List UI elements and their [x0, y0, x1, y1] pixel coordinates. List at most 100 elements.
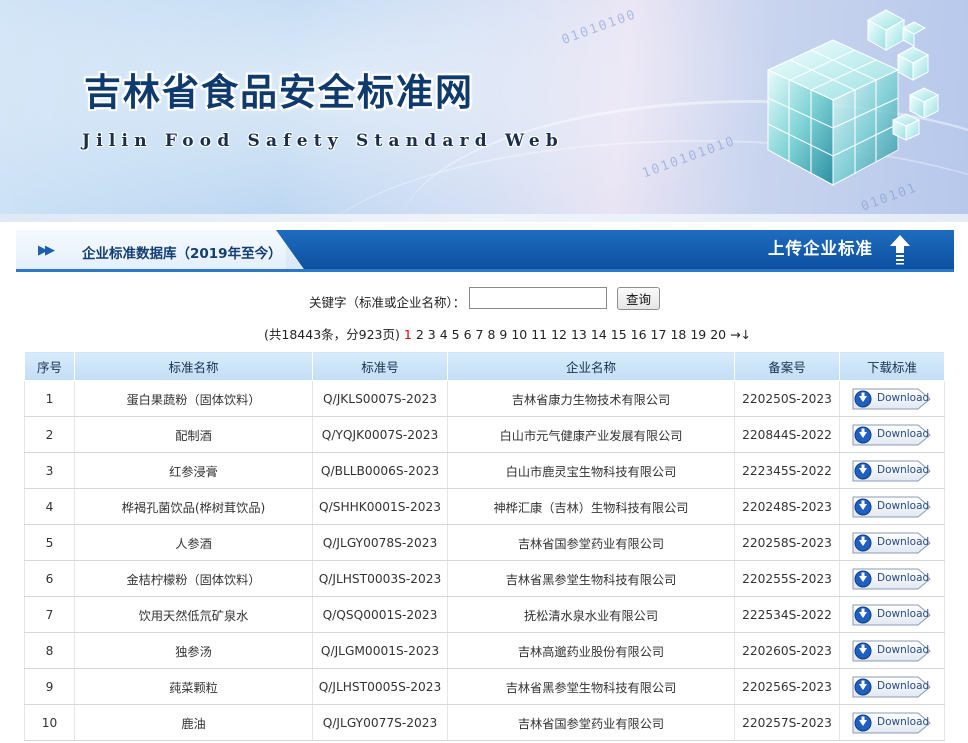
- row-index-cell: 6: [24, 560, 75, 597]
- column-header-index: 序号: [24, 351, 75, 381]
- upload-standard-link[interactable]: 上传企业标准: [768, 235, 873, 259]
- standard-number-cell: Q/JLGY0078S-2023: [312, 524, 448, 561]
- table-row: 9 莼菜颗粒 Q/JLHST0005S-2023 吉林省黑参堂生物科技有限公司 2202…: [24, 668, 945, 705]
- company-name-cell: 吉林省国参堂药业有限公司: [447, 704, 735, 741]
- row-index-cell: 3: [24, 452, 75, 489]
- page-link[interactable]: 2: [416, 327, 424, 342]
- company-name-cell: 吉林省国参堂药业有限公司: [447, 524, 735, 561]
- page-link[interactable]: 3: [428, 327, 436, 342]
- section-header-bar: ▶▶ 企业标准数据库（2019年至今） 上传企业标准: [16, 230, 954, 272]
- download-button[interactable]: Download: [852, 496, 932, 518]
- download-button[interactable]: Download: [852, 640, 932, 662]
- table-row: 3 红参浸膏 Q/BLLB0006S-2023 白山市鹿灵宝生物科技有限公司 22234…: [24, 452, 945, 489]
- download-cell: Download: [839, 596, 945, 633]
- double-arrow-icon: ▶▶: [38, 243, 55, 258]
- column-header-download: 下载标准: [839, 351, 945, 381]
- page-link[interactable]: 13: [571, 327, 587, 342]
- page-link[interactable]: 19: [690, 327, 706, 342]
- standard-name-cell: 桦褐孔菌饮品(桦树茸饮品): [74, 488, 313, 525]
- filing-number-cell: 222345S-2022: [734, 452, 840, 489]
- filing-number-cell: 220844S-2022: [734, 416, 840, 453]
- page-link[interactable]: 9: [499, 327, 507, 342]
- download-cell: Download: [839, 380, 945, 417]
- standard-number-cell: Q/YQJK0007S-2023: [312, 416, 448, 453]
- download-cell: Download: [839, 632, 945, 669]
- download-cell: Download: [839, 452, 945, 489]
- table-row: 4 桦褐孔菌饮品(桦树茸饮品) Q/SHHK0001S-2023 神桦汇康（吉林）生物…: [24, 488, 945, 525]
- page-link[interactable]: 7: [476, 327, 484, 342]
- filing-number-cell: 222534S-2022: [734, 596, 840, 633]
- column-header-standard-number: 标准号: [312, 351, 448, 381]
- next-page-arrow[interactable]: →: [730, 327, 740, 342]
- standard-name-cell: 人参酒: [74, 524, 313, 561]
- company-name-cell: 吉林省黑参堂生物科技有限公司: [447, 560, 735, 597]
- download-label: Download: [877, 679, 930, 692]
- download-button[interactable]: Download: [852, 568, 932, 590]
- standard-number-cell: Q/JLGM0001S-2023: [312, 632, 448, 669]
- standard-number-cell: Q/SHHK0001S-2023: [312, 488, 448, 525]
- row-index-cell: 1: [24, 380, 75, 417]
- standard-number-cell: Q/JLGY0077S-2023: [312, 704, 448, 741]
- search-label: 关键字（标准或企业名称）：: [309, 295, 466, 310]
- keyword-search-input[interactable]: [469, 287, 607, 309]
- page-link[interactable]: 12: [551, 327, 567, 342]
- pagination: (共18443条，分923页) 1 2 3 4 5 6 7 8 9 10 11 …: [264, 324, 751, 343]
- table-row: 5 人参酒 Q/JLGY0078S-2023 吉林省国参堂药业有限公司 220258S-…: [24, 524, 945, 561]
- download-button[interactable]: Download: [852, 388, 932, 410]
- download-button[interactable]: Download: [852, 604, 932, 626]
- site-subtitle: Jilin Food Safety Standard Web: [82, 131, 564, 151]
- table-row: 2 配制酒 Q/YQJK0007S-2023 白山市元气健康产业发展有限公司 22084…: [24, 416, 945, 453]
- download-label: Download: [877, 715, 930, 728]
- page-link[interactable]: 10: [511, 327, 527, 342]
- standard-number-cell: Q/BLLB0006S-2023: [312, 452, 448, 489]
- page-link[interactable]: 6: [464, 327, 472, 342]
- filing-number-cell: 220250S-2023: [734, 380, 840, 417]
- page-link[interactable]: 16: [631, 327, 647, 342]
- download-button[interactable]: Download: [852, 676, 932, 698]
- table-row: 6 金桔柠檬粉（固体饮料） Q/JLHST0003S-2023 吉林省黑参堂生物科技有…: [24, 560, 945, 597]
- standard-name-cell: 莼菜颗粒: [74, 668, 313, 705]
- download-button[interactable]: Download: [852, 424, 932, 446]
- page-link[interactable]: 5: [452, 327, 460, 342]
- filing-number-cell: 220258S-2023: [734, 524, 840, 561]
- upload-arrow-icon[interactable]: [888, 233, 912, 265]
- cube-logo-icon: [766, 9, 940, 186]
- download-cell: Download: [839, 488, 945, 525]
- standard-number-cell: Q/JLHST0003S-2023: [312, 560, 448, 597]
- last-page-arrow[interactable]: ↓: [741, 327, 751, 342]
- section-title: 企业标准数据库（2019年至今）: [82, 246, 282, 262]
- download-cell: Download: [839, 560, 945, 597]
- download-button[interactable]: Download: [852, 460, 932, 482]
- download-cell: Download: [839, 668, 945, 705]
- page-link[interactable]: 8: [487, 327, 495, 342]
- download-button[interactable]: Download: [852, 532, 932, 554]
- page-link[interactable]: 20: [710, 327, 726, 342]
- search-button[interactable]: 查询: [617, 287, 660, 310]
- table-row: 10 鹿油 Q/JLGY0077S-2023 吉林省国参堂药业有限公司 220257S-…: [24, 704, 945, 741]
- download-label: Download: [877, 607, 930, 620]
- standard-name-cell: 红参浸膏: [74, 452, 313, 489]
- table-row: 7 饮用天然低氘矿泉水 Q/QSQ0001S-2023 抚松清水泉水业有限公司 2225…: [24, 596, 945, 633]
- row-index-cell: 4: [24, 488, 75, 525]
- company-name-cell: 吉林省黑参堂生物科技有限公司: [447, 668, 735, 705]
- company-name-cell: 白山市鹿灵宝生物科技有限公司: [447, 452, 735, 489]
- page-link[interactable]: 17: [651, 327, 667, 342]
- filing-number-cell: 220248S-2023: [734, 488, 840, 525]
- table-header-row: 序号 标准名称 标准号 企业名称 备案号 下载标准: [24, 351, 945, 381]
- page-link[interactable]: 1: [404, 327, 412, 342]
- page-link[interactable]: 4: [440, 327, 448, 342]
- row-index-cell: 5: [24, 524, 75, 561]
- table-row: 8 独参汤 Q/JLGM0001S-2023 吉林高邈药业股份有限公司 220260S-…: [24, 632, 945, 669]
- company-name-cell: 抚松清水泉水业有限公司: [447, 596, 735, 633]
- page-link[interactable]: 15: [611, 327, 627, 342]
- download-label: Download: [877, 571, 930, 584]
- page-link[interactable]: 18: [670, 327, 686, 342]
- standard-number-cell: Q/JLHST0005S-2023: [312, 668, 448, 705]
- section-underline: [16, 269, 954, 272]
- download-button[interactable]: Download: [852, 712, 932, 734]
- page-link[interactable]: 11: [531, 327, 547, 342]
- search-form: 关键字（标准或企业名称）： 查询: [0, 287, 968, 313]
- company-name-cell: 神桦汇康（吉林）生物科技有限公司: [447, 488, 735, 525]
- download-label: Download: [877, 535, 930, 548]
- page-link[interactable]: 14: [591, 327, 607, 342]
